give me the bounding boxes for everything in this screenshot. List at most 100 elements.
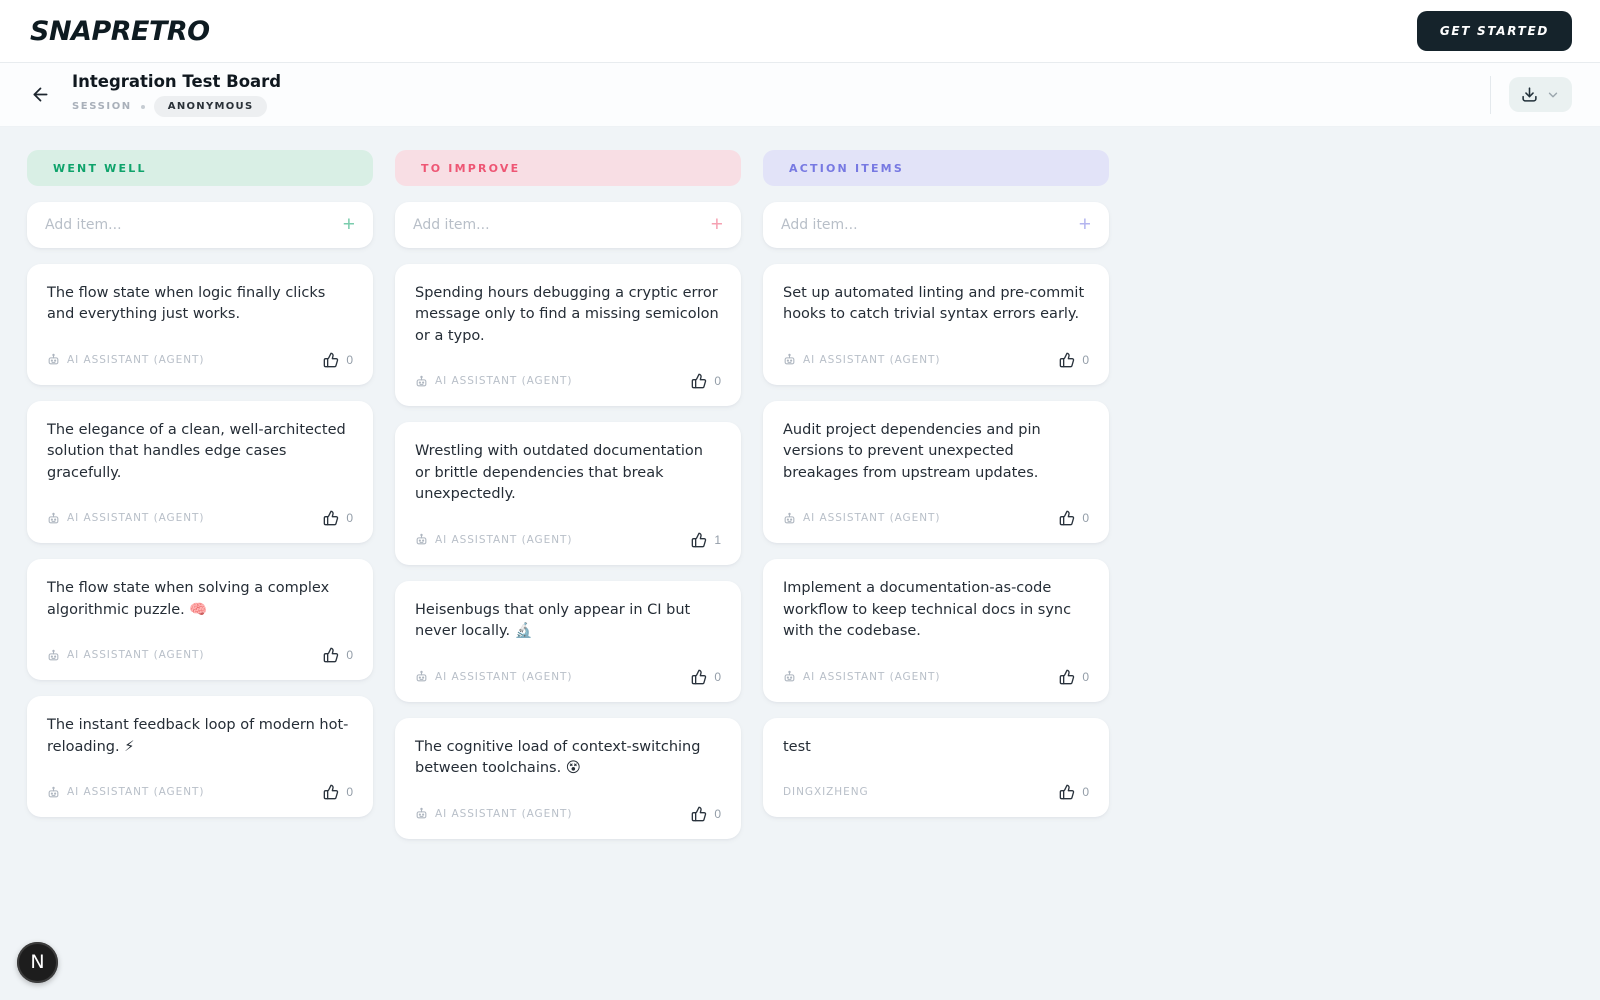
card-text: Wrestling with outdated documentation or… (415, 443, 703, 503)
board-column-went-well: WENT WELL + The flow state when logic fi… (27, 150, 373, 818)
board-subtitle: SESSION ANONYMOUS (72, 96, 281, 117)
card-text: The flow state when logic finally clicks… (47, 285, 326, 323)
vote-count: 0 (1082, 511, 1089, 526)
card-text: The flow state when solving a complex al… (47, 580, 330, 618)
card-author-label: DINGXIZHENG (783, 786, 869, 799)
card-author: AI ASSISTANT (AGENT) (47, 649, 204, 662)
card-footer: AI ASSISTANT (AGENT) 0 (783, 669, 1089, 685)
add-item-input[interactable] (45, 217, 335, 233)
card-text: Audit project dependencies and pin versi… (783, 421, 1041, 481)
retro-card: The flow state when logic finally clicks… (27, 264, 373, 385)
vote-button[interactable]: 0 (1059, 352, 1089, 368)
card-author-label: AI ASSISTANT (AGENT) (803, 512, 941, 525)
column-header: ACTION ITEMS (763, 150, 1109, 186)
retro-card: Audit project dependencies and pin versi… (763, 400, 1109, 544)
board-header: Integration Test Board SESSION ANONYMOUS (0, 63, 1600, 127)
robot-icon (47, 649, 60, 662)
vote-count: 0 (346, 785, 353, 800)
vote-button[interactable]: 0 (323, 510, 353, 526)
nextjs-dev-badge[interactable]: N (17, 942, 58, 983)
card-author-label: AI ASSISTANT (AGENT) (435, 533, 573, 546)
thumbs-up-icon (691, 806, 707, 822)
card-text: The elegance of a clean, well-architecte… (47, 421, 346, 481)
card-list: Set up automated linting and pre-commit … (763, 264, 1109, 818)
export-button[interactable] (1509, 77, 1572, 112)
add-item-button[interactable]: + (703, 214, 723, 237)
card-author: AI ASSISTANT (AGENT) (783, 512, 940, 525)
board: WENT WELL + The flow state when logic fi… (0, 127, 1600, 839)
plus-icon: + (342, 212, 355, 236)
vote-button[interactable]: 0 (691, 373, 721, 389)
thumbs-up-icon (323, 352, 339, 368)
card-text: Implement a documentation-as-code workfl… (783, 580, 1072, 640)
vote-button[interactable]: 0 (691, 806, 721, 822)
add-item-input[interactable] (413, 217, 703, 233)
robot-icon (47, 353, 60, 366)
thumbs-up-icon (323, 647, 339, 663)
card-footer: AI ASSISTANT (AGENT) 0 (47, 352, 353, 368)
vote-count: 0 (714, 669, 721, 684)
card-author: AI ASSISTANT (AGENT) (47, 786, 204, 799)
card-footer: AI ASSISTANT (AGENT) 0 (783, 510, 1089, 526)
robot-icon (783, 670, 796, 683)
vote-button[interactable]: 0 (1059, 784, 1089, 800)
card-text: Spending hours debugging a cryptic error… (415, 285, 719, 344)
column-title: TO IMPROVE (421, 161, 521, 175)
card-author: AI ASSISTANT (AGENT) (415, 375, 572, 388)
back-arrow-icon (30, 84, 51, 105)
vote-button[interactable]: 0 (691, 669, 721, 685)
retro-card: The elegance of a clean, well-architecte… (27, 400, 373, 544)
retro-card: Set up automated linting and pre-commit … (763, 264, 1109, 385)
card-author-label: AI ASSISTANT (AGENT) (435, 670, 573, 683)
vote-button[interactable]: 0 (323, 647, 353, 663)
card-text: Set up automated linting and pre-commit … (783, 285, 1085, 323)
vote-count: 0 (714, 806, 721, 821)
get-started-button[interactable]: GET STARTED (1416, 11, 1572, 51)
retro-card: Wrestling with outdated documentation or… (395, 422, 741, 565)
vote-button[interactable]: 1 (691, 532, 721, 548)
card-author: AI ASSISTANT (AGENT) (783, 353, 940, 366)
card-author-label: AI ASSISTANT (AGENT) (803, 353, 941, 366)
header-divider (1490, 75, 1491, 114)
vote-count: 0 (1082, 669, 1089, 684)
card-author: AI ASSISTANT (AGENT) (47, 512, 204, 525)
retro-card: The instant feedback loop of modern hot-… (27, 696, 373, 818)
card-footer: DINGXIZHENG 0 (783, 784, 1089, 800)
column-title: WENT WELL (53, 161, 147, 175)
robot-icon (47, 512, 60, 525)
card-author-label: AI ASSISTANT (AGENT) (67, 512, 205, 525)
card-author: AI ASSISTANT (AGENT) (415, 807, 572, 820)
add-item-input[interactable] (781, 217, 1071, 233)
card-author-label: AI ASSISTANT (AGENT) (67, 786, 205, 799)
vote-button[interactable]: 0 (323, 352, 353, 368)
card-text: test (783, 738, 811, 755)
column-title: ACTION ITEMS (789, 161, 904, 175)
add-item-button[interactable]: + (335, 214, 355, 237)
card-footer: AI ASSISTANT (AGENT) 0 (47, 510, 353, 526)
add-item-button[interactable]: + (1071, 214, 1091, 237)
retro-card: Heisenbugs that only appear in CI but ne… (395, 580, 741, 702)
retro-card: The flow state when solving a complex al… (27, 559, 373, 681)
back-button[interactable] (24, 79, 56, 111)
nextjs-n-icon: N (30, 951, 45, 973)
robot-icon (415, 375, 428, 388)
anonymous-badge: ANONYMOUS (153, 96, 268, 117)
vote-count: 0 (346, 648, 353, 663)
vote-button[interactable]: 0 (1059, 510, 1089, 526)
card-author: AI ASSISTANT (AGENT) (415, 533, 572, 546)
vote-button[interactable]: 0 (1059, 669, 1089, 685)
chevron-down-icon (1546, 88, 1560, 102)
vote-button[interactable]: 0 (323, 784, 353, 800)
card-author-label: AI ASSISTANT (AGENT) (435, 807, 573, 820)
card-footer: AI ASSISTANT (AGENT) 0 (47, 784, 353, 800)
card-author-label: AI ASSISTANT (AGENT) (435, 375, 573, 388)
card-author: AI ASSISTANT (AGENT) (783, 670, 940, 683)
retro-card: The cognitive load of context-switching … (395, 717, 741, 839)
card-footer: AI ASSISTANT (AGENT) 0 (415, 669, 721, 685)
card-text: The instant feedback loop of modern hot-… (47, 717, 349, 755)
card-list: The flow state when logic finally clicks… (27, 264, 373, 818)
add-item-card: + (27, 202, 373, 248)
separator-dot (140, 104, 145, 109)
vote-count: 0 (346, 352, 353, 367)
robot-icon (415, 807, 428, 820)
